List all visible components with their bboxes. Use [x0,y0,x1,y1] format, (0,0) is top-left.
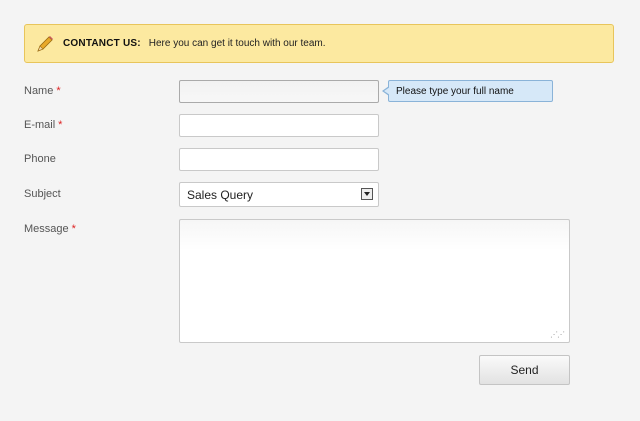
name-label-text: Name [24,85,54,97]
message-label-text: Message [24,223,69,235]
phone-label: Phone [24,153,56,165]
message-textarea[interactable]: ⋰⋰ [179,219,570,343]
required-marker: * [56,85,61,97]
send-button[interactable]: Send [479,355,570,385]
message-label: Message * [24,223,76,235]
pencil-icon [37,35,53,52]
contact-notice: CONTANCT US: Here you can get it touch w… [24,24,614,63]
email-label-text: E-mail [24,119,56,131]
chevron-down-icon[interactable] [361,188,373,200]
name-field[interactable] [179,80,379,103]
phone-field[interactable] [179,148,379,171]
tooltip-text: Please type your full name [396,85,514,97]
notice-title: CONTANCT US: [63,38,141,49]
phone-label-text: Phone [24,153,56,165]
subject-selected-value: Sales Query [187,187,254,202]
name-hint-tooltip: Please type your full name [382,80,553,102]
subject-label-text: Subject [24,188,61,200]
required-marker: * [58,119,63,131]
required-marker: * [71,223,76,235]
subject-label: Subject [24,188,61,200]
notice-text: Here you can get it touch with our team. [148,38,326,49]
email-label: E-mail * [24,119,62,131]
subject-select[interactable]: Sales Query [179,182,379,207]
email-field[interactable] [179,114,379,137]
resize-grip-icon[interactable]: ⋰⋰ [550,331,565,339]
name-label: Name * [24,85,61,97]
